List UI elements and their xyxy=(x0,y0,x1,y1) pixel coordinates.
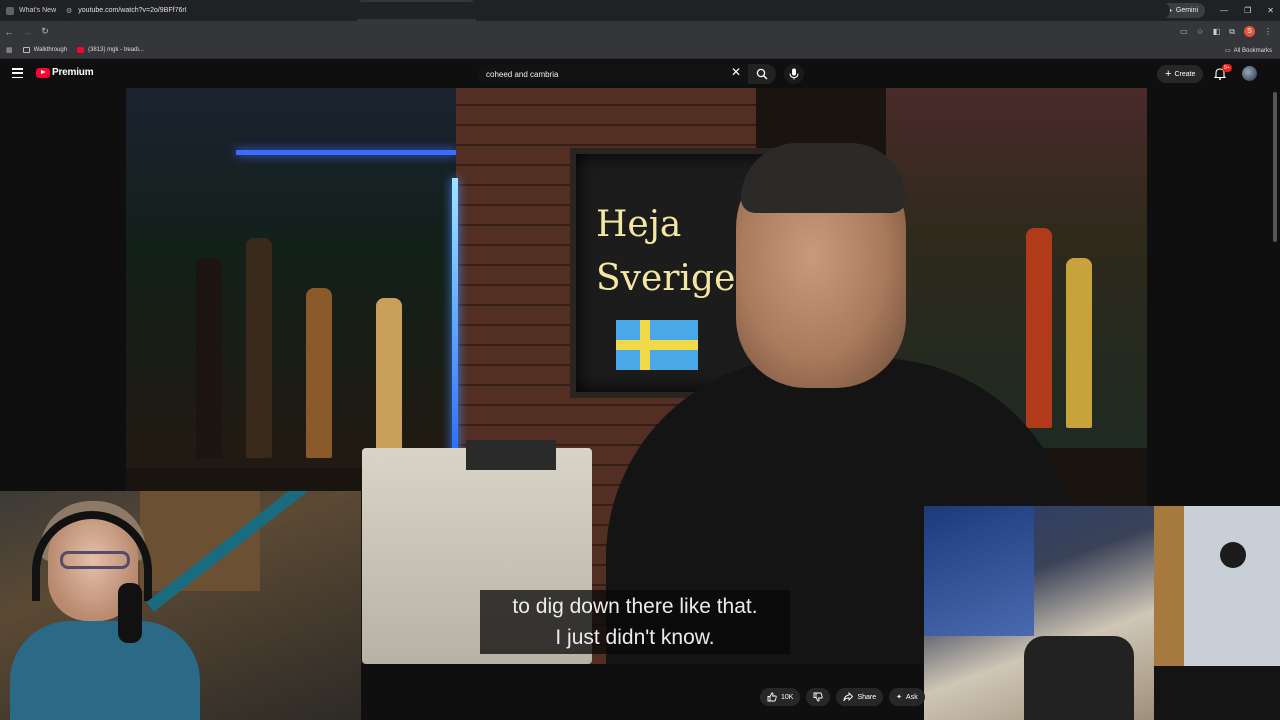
ask-label: Ask xyxy=(906,693,918,701)
bookmarks-bar: ▦ Walkthrough (3813) mgk - treadi... ▭ A… xyxy=(0,42,1280,59)
share-label: Share xyxy=(857,693,877,701)
bottle xyxy=(246,238,272,458)
bookmark-mgk[interactable]: (3813) mgk - treadi... xyxy=(77,47,144,53)
video-scene-swedish-flag xyxy=(616,320,698,370)
caption-line-1: to dig down there like that. xyxy=(512,595,758,618)
video-actions: 10K Share ✦ Ask xyxy=(760,688,925,706)
page-scrollbar[interactable] xyxy=(1273,92,1277,242)
gemini-label: Gemini xyxy=(1175,7,1199,14)
bottle xyxy=(306,288,332,458)
sign-line-1: Heja xyxy=(596,204,682,245)
video-scene-left-shelves xyxy=(126,88,456,468)
plus-icon: + xyxy=(1165,68,1172,80)
youtube-play-icon xyxy=(36,67,50,78)
clear-search-icon[interactable]: ✕ xyxy=(731,65,741,79)
site-info-icon[interactable]: ⚙ xyxy=(66,7,72,15)
cam-microphone xyxy=(118,583,142,643)
window-controls: — ❐ ✕ xyxy=(1220,0,1274,21)
bottle xyxy=(196,258,222,458)
bookmark-label: (3813) mgk - treadi... xyxy=(88,47,144,53)
sign-line-2: Sverige xyxy=(596,258,736,299)
cam-desk xyxy=(1154,666,1280,720)
search-query: coheed and cambria xyxy=(486,69,559,79)
thumbs-up-icon xyxy=(767,692,777,702)
address-bar[interactable]: ⚙ youtube.com/watch?v=2o/9BFf76rI xyxy=(58,2,1170,19)
caption-line-2: I just didn't know. xyxy=(555,626,715,649)
search-button[interactable] xyxy=(748,64,776,84)
notification-badge: 9+ xyxy=(1222,64,1232,72)
reload-icon[interactable]: ↻ xyxy=(36,26,54,37)
address-text: youtube.com/watch?v=2o/9BFf76rI xyxy=(78,7,187,14)
logo-text: Premium xyxy=(52,67,94,78)
video-scene-register-display xyxy=(466,440,556,470)
video-scene-neon xyxy=(236,150,456,155)
bookmark-label: Walkthrough xyxy=(33,47,68,53)
sparkle-icon: ✦ xyxy=(896,694,903,701)
search-icon xyxy=(756,68,768,80)
search-input[interactable]: coheed and cambria xyxy=(478,64,748,84)
like-count: 10K xyxy=(781,693,794,701)
bookmark-star-icon[interactable]: ☆ xyxy=(1197,27,1204,36)
menu-icon[interactable] xyxy=(12,68,23,78)
youtube-logo[interactable]: Premium xyxy=(36,67,94,78)
folder-icon: ▭ xyxy=(1224,48,1231,54)
forward-icon[interactable]: → xyxy=(18,27,36,37)
share-icon xyxy=(843,692,854,702)
all-bookmarks-label: All Bookmarks xyxy=(1233,47,1272,54)
youtube-header: Premium coheed and cambria ✕ + Create 9+ xyxy=(0,60,1280,88)
cam-poster xyxy=(924,506,1034,636)
create-button[interactable]: + Create xyxy=(1157,65,1204,83)
toolbar-actions: ▭ ☆ ◧ ⧉ S ⋮ xyxy=(1180,21,1272,42)
cam-person-shirt xyxy=(10,621,200,720)
dislike-button[interactable] xyxy=(806,688,831,706)
account-avatar[interactable] xyxy=(1242,66,1257,81)
voice-search-button[interactable] xyxy=(784,64,804,84)
minimize-icon[interactable]: — xyxy=(1220,6,1228,15)
cast-icon[interactable]: ▭ xyxy=(1180,27,1188,36)
microphone-icon xyxy=(789,68,799,80)
video-scene-sign-text: Heja Sverige xyxy=(596,198,735,306)
video-caption: to dig down there like that. I just didn… xyxy=(480,590,790,654)
ask-button[interactable]: ✦ Ask xyxy=(889,688,925,706)
folder-icon xyxy=(22,47,30,53)
like-button[interactable]: 10K xyxy=(760,688,801,706)
bottle xyxy=(376,298,402,458)
create-label: Create xyxy=(1174,70,1196,78)
share-button[interactable]: Share xyxy=(836,688,884,706)
menu-kebab-icon[interactable]: ⋮ xyxy=(1264,27,1272,36)
youtube-favicon xyxy=(77,47,85,53)
apps-grid-icon[interactable]: ▦ xyxy=(6,46,13,54)
video-scene-person-hair xyxy=(741,143,906,213)
address-bar-row: ← → ↻ xyxy=(0,21,1280,42)
thumbs-down-icon xyxy=(814,692,824,702)
bookmark-walkthrough[interactable]: Walkthrough xyxy=(22,47,68,53)
back-icon[interactable]: ← xyxy=(0,27,18,37)
tab-favicon-icon xyxy=(6,6,14,15)
restore-icon[interactable]: ❐ xyxy=(1244,6,1251,15)
bottle xyxy=(1026,228,1052,428)
bottle xyxy=(1066,258,1092,428)
webcam-overlay-left xyxy=(0,491,361,720)
extensions-icon[interactable]: ⧉ xyxy=(1229,27,1235,37)
all-bookmarks[interactable]: ▭ All Bookmarks xyxy=(1225,42,1272,59)
cam-chair xyxy=(1024,636,1134,720)
webcam-overlay-right xyxy=(924,506,1280,720)
video-scene-neon-strip xyxy=(452,178,458,458)
profile-avatar[interactable]: S xyxy=(1244,26,1255,37)
cam-wall-clock xyxy=(1220,542,1246,568)
window-close-icon[interactable]: ✕ xyxy=(1267,6,1274,15)
side-panel-icon[interactable]: ◧ xyxy=(1213,27,1221,36)
